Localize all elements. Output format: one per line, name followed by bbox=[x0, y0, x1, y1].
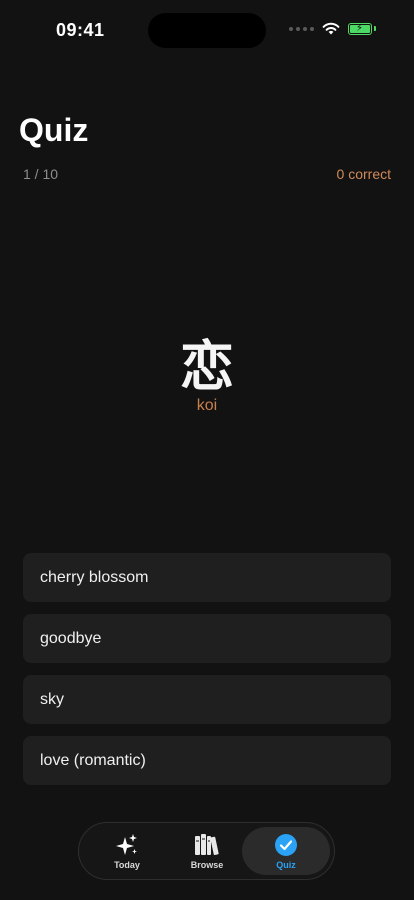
question-reading: koi bbox=[196, 397, 218, 414]
status-bar: 09:41 ⚡ bbox=[0, 0, 414, 60]
checkmark-circle-icon bbox=[275, 834, 297, 856]
answer-option[interactable]: love (romantic) bbox=[23, 736, 391, 785]
tab-quiz-label: Quiz bbox=[276, 860, 296, 870]
battery-cap bbox=[374, 26, 376, 31]
question-kanji: 恋 bbox=[180, 335, 234, 398]
correct-count: 0 correct bbox=[336, 166, 391, 182]
sparkles-icon bbox=[116, 834, 137, 855]
page-title: Quiz bbox=[19, 112, 89, 148]
quiz-progress: 1 / 10 bbox=[23, 166, 59, 182]
tab-browse-label: Browse bbox=[190, 860, 224, 870]
books-icon bbox=[195, 834, 219, 856]
status-indicators: ⚡ bbox=[289, 22, 376, 35]
tab-quiz[interactable]: Quiz bbox=[242, 827, 330, 875]
tab-today[interactable]: Today bbox=[83, 827, 171, 875]
tab-browse[interactable]: Browse bbox=[163, 827, 251, 875]
dynamic-island bbox=[148, 13, 266, 48]
status-time: 09:41 bbox=[56, 20, 105, 40]
answer-option[interactable]: sky bbox=[23, 675, 391, 724]
tab-bar: Today Browse Quiz bbox=[78, 822, 335, 880]
wifi-icon bbox=[322, 22, 340, 35]
battery-icon: ⚡ bbox=[348, 22, 372, 35]
tab-today-label: Today bbox=[114, 860, 140, 870]
cellular-signal-icon bbox=[289, 26, 314, 31]
answer-option[interactable]: cherry blossom bbox=[23, 553, 391, 602]
answer-options: cherry blossom goodbye sky love (romanti… bbox=[23, 553, 391, 797]
answer-option[interactable]: goodbye bbox=[23, 614, 391, 663]
